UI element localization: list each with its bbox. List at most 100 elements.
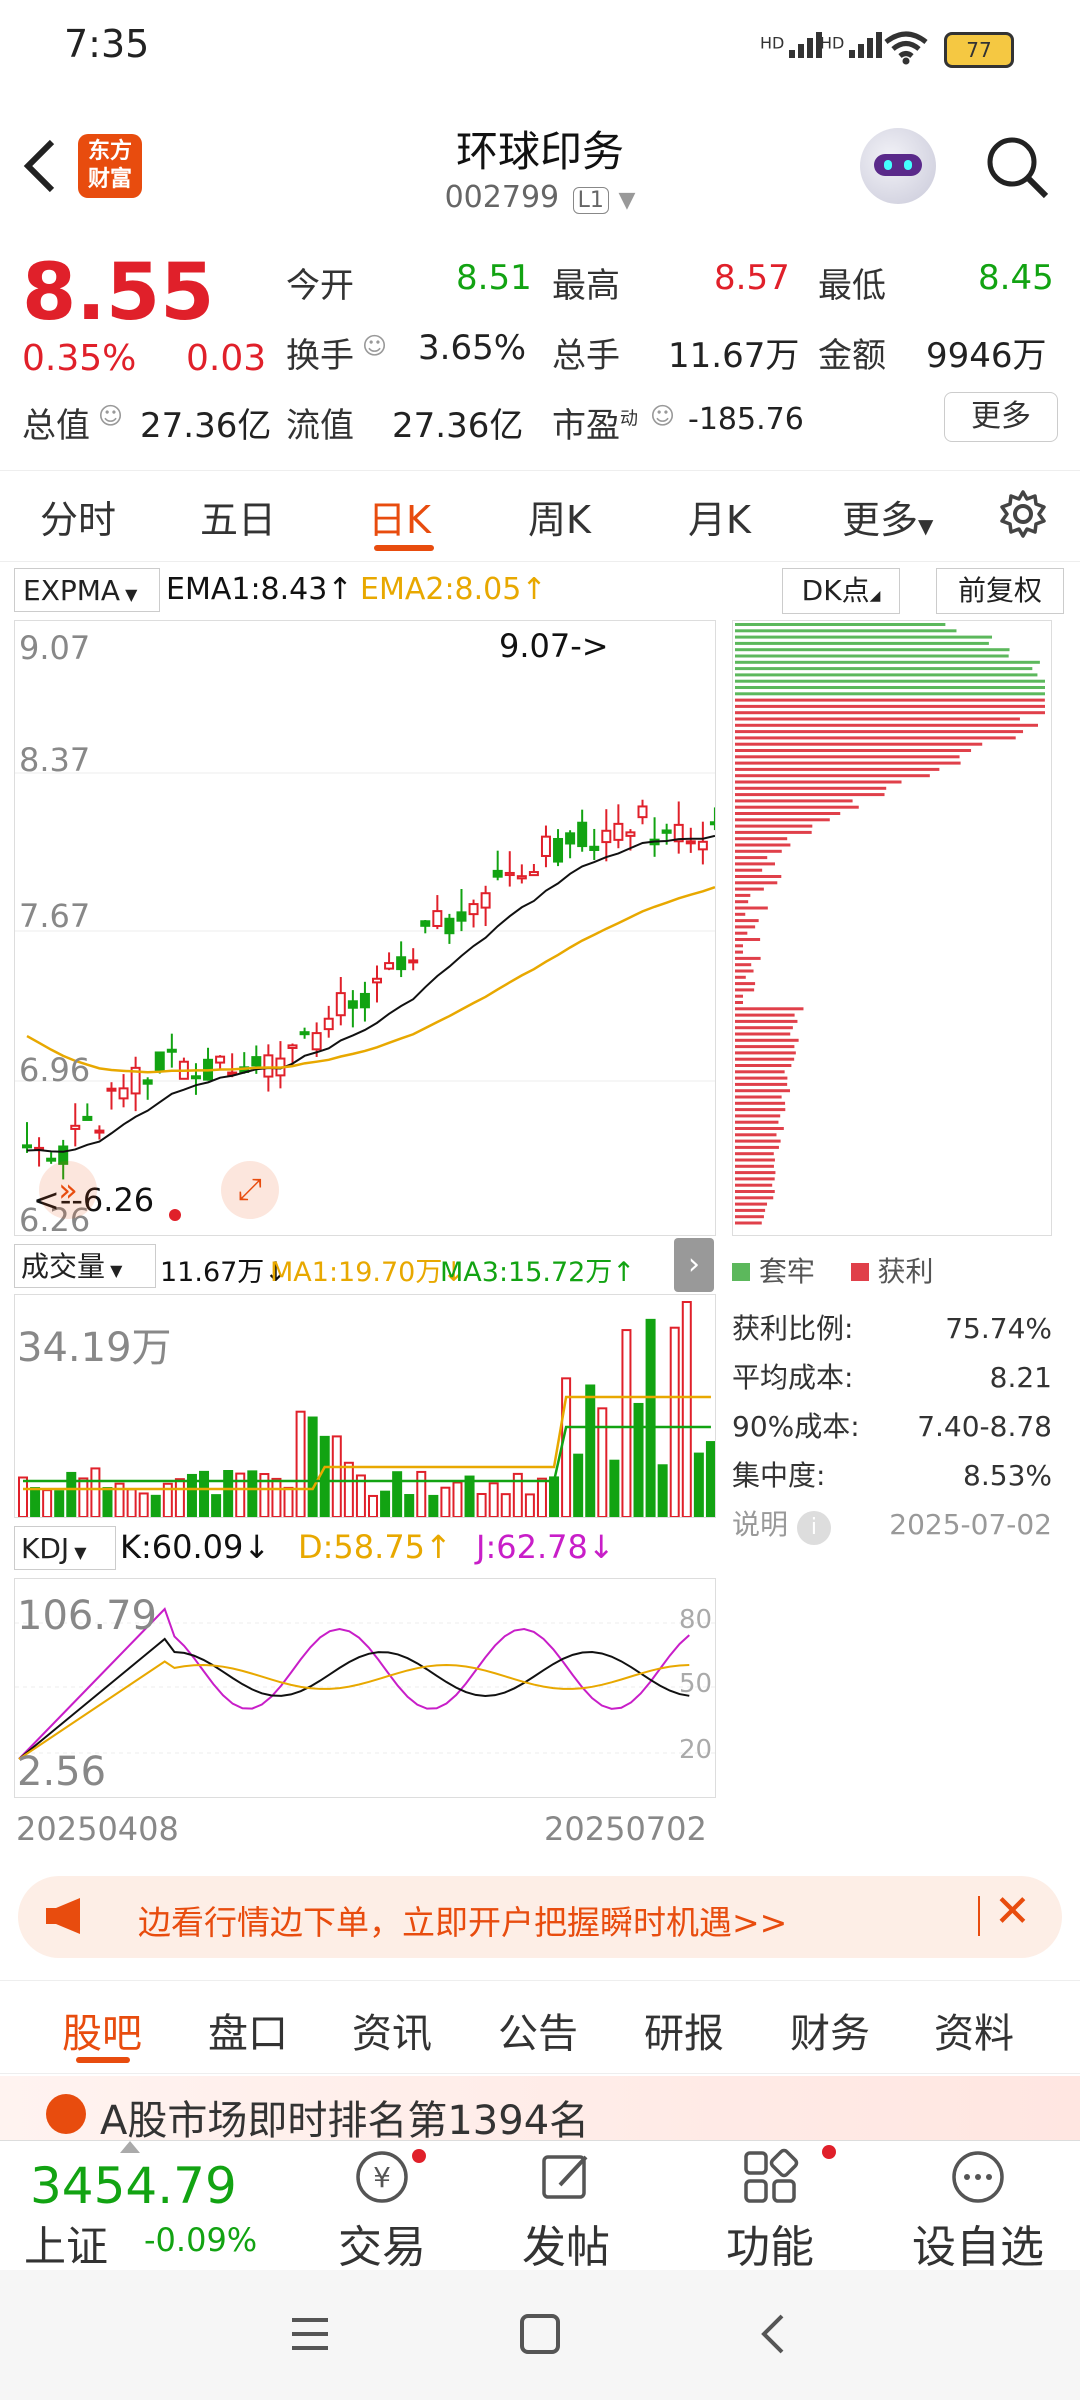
volume-bar xyxy=(488,1482,499,1519)
nav-trade[interactable]: ¥ 交易 xyxy=(312,2147,452,2275)
dk-point-button[interactable]: DK点◢ xyxy=(782,568,900,614)
chip-bar xyxy=(735,1013,795,1017)
chip-bar xyxy=(735,1152,774,1156)
tab-monthly-k[interactable]: 月K xyxy=(688,489,751,544)
tab-forum[interactable]: 股吧 xyxy=(62,2001,142,2059)
nav-post[interactable]: 发帖 xyxy=(496,2147,636,2275)
svg-text:¥: ¥ xyxy=(373,2161,391,2194)
chip-legend: 套牢 获利 xyxy=(732,1250,933,1290)
volume-max-label: 34.19万 xyxy=(17,1325,172,1371)
candle xyxy=(432,910,443,927)
chevron-down-icon: ▼ xyxy=(618,188,636,213)
volume-ma1-line xyxy=(23,1395,711,1491)
candle xyxy=(299,1031,310,1036)
chip-bar xyxy=(735,1177,775,1181)
collapse-icon[interactable]: » xyxy=(39,1161,97,1219)
candle xyxy=(118,1087,129,1100)
expand-up-icon[interactable] xyxy=(120,2141,140,2153)
candle xyxy=(553,837,564,863)
chip-bar xyxy=(735,1082,788,1086)
marker-dot xyxy=(169,1209,181,1221)
close-icon[interactable]: ✕ xyxy=(994,1886,1031,1937)
candle xyxy=(685,840,696,845)
volume-bar xyxy=(681,1301,692,1518)
tab-daily-k[interactable]: 日K xyxy=(368,489,431,544)
chip-bar xyxy=(735,736,1016,740)
volume-bar xyxy=(18,1476,28,1518)
rank-icon xyxy=(46,2094,86,2134)
search-icon[interactable] xyxy=(984,134,1050,200)
candle xyxy=(528,871,539,877)
chip-bar xyxy=(735,711,1045,715)
chip-bar xyxy=(735,780,902,784)
gear-icon[interactable] xyxy=(998,489,1048,539)
volume-bar xyxy=(343,1461,354,1518)
tab-orderbook[interactable]: 盘口 xyxy=(208,2001,288,2059)
chip-bar xyxy=(735,1208,766,1212)
info-icon[interactable]: ☺ xyxy=(650,402,675,430)
kdj-chart[interactable]: 106.79 2.56 80 50 20 xyxy=(14,1578,716,1798)
adjust-button[interactable]: 前复权 xyxy=(936,568,1064,614)
info-icon[interactable]: ☺ xyxy=(98,402,123,430)
candle xyxy=(516,875,527,880)
volume-bar xyxy=(380,1490,391,1518)
kdj-indicator-select[interactable]: KDJ ▼ xyxy=(14,1526,116,1570)
tab-intraday[interactable]: 分时 xyxy=(40,489,116,544)
volume-indicator-select[interactable]: 成交量 ▼ xyxy=(14,1244,156,1288)
account-banner[interactable]: 边看行情边下单，立即开户把握瞬时机遇>> ✕ xyxy=(18,1876,1062,1958)
nav-watchlist[interactable]: 设自选 xyxy=(908,2147,1048,2275)
robot-avatar-icon[interactable] xyxy=(860,128,936,204)
expand-icon[interactable]: ⤢ xyxy=(221,1161,279,1219)
home-icon[interactable] xyxy=(518,2312,562,2356)
chip-bar xyxy=(735,1051,796,1055)
chip-bar xyxy=(735,1007,804,1011)
info-icon[interactable]: ☺ xyxy=(362,332,387,360)
chip-bar xyxy=(735,767,940,771)
more-button[interactable]: 更多 xyxy=(944,392,1058,442)
chip-bar xyxy=(735,931,748,935)
chip-bar xyxy=(735,799,853,803)
tab-news[interactable]: 资讯 xyxy=(352,2001,432,2059)
change-percent: 0.35% xyxy=(22,338,137,379)
volume-bar xyxy=(331,1435,342,1519)
volume-bar xyxy=(464,1475,475,1518)
kline-chart[interactable]: 9.07 8.37 7.67 6.96 6.26 9.07-> <--6.26 … xyxy=(14,620,716,1239)
volume-bar xyxy=(705,1441,716,1518)
kdj-level-80: 80 xyxy=(679,1605,713,1635)
candle xyxy=(46,1157,57,1162)
volume-ma1: MA1:19.70万↓ xyxy=(270,1257,465,1288)
tab-research[interactable]: 研报 xyxy=(644,2001,724,2059)
chip-bar xyxy=(735,1001,743,1004)
chevron-right-icon[interactable]: › xyxy=(674,1238,714,1292)
candle xyxy=(709,821,715,826)
chip-bar xyxy=(735,1114,781,1118)
turnover-value: 3.65% xyxy=(418,328,527,368)
tab-five-day[interactable]: 五日 xyxy=(200,489,276,544)
chip-stats: 获利比例: 75.74% 平均成本: 8.21 90%成本: 7.40-8.78 集中… xyxy=(732,1304,1052,1549)
back-icon[interactable] xyxy=(752,2312,796,2356)
chip-bar xyxy=(735,667,1033,671)
chip-bar xyxy=(735,963,752,967)
nav-functions[interactable]: 功能 xyxy=(700,2147,840,2275)
volume-chart[interactable]: 34.19万 xyxy=(14,1294,716,1519)
rank-strip[interactable]: A股市场即时排名第1394名 xyxy=(0,2076,1080,2140)
chip-bar xyxy=(735,641,989,645)
volume-bar xyxy=(102,1487,113,1519)
index-value[interactable]: 3454.79 xyxy=(30,2157,237,2215)
tab-profile[interactable]: 资料 xyxy=(934,2001,1014,2059)
chip-distribution xyxy=(732,620,1052,1236)
candle xyxy=(408,959,419,964)
tab-weekly-k[interactable]: 周K xyxy=(528,489,591,544)
chip-bar xyxy=(735,749,972,752)
tab-more[interactable]: 更多▼ xyxy=(842,489,933,544)
volume-bar xyxy=(307,1416,318,1518)
chip-note-row[interactable]: 说明 i 2025-07-02 xyxy=(732,1500,1052,1549)
indicator-select[interactable]: EXPMA ▼ xyxy=(14,568,160,612)
volume-bar xyxy=(368,1494,378,1519)
kdj-y-top: 106.79 xyxy=(17,1593,157,1639)
tab-finance[interactable]: 财务 xyxy=(790,2001,870,2059)
menu-icon[interactable] xyxy=(288,2312,332,2356)
tab-announcements[interactable]: 公告 xyxy=(498,2001,578,2059)
pe-value: -185.76 xyxy=(688,402,804,437)
chip-bar xyxy=(735,761,961,765)
